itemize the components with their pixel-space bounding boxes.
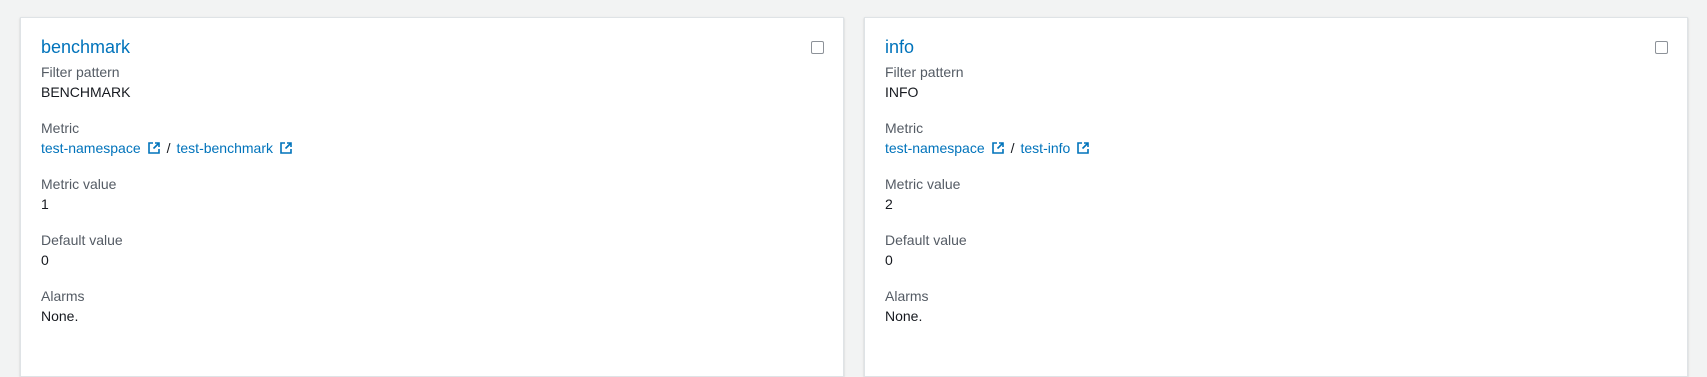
filter-pattern-field: Filter pattern BENCHMARK [41, 62, 823, 102]
filter-pattern-value: BENCHMARK [41, 84, 131, 100]
metric-label: Metric [41, 120, 80, 136]
metric-links: test-namespace / test-benchmark [41, 138, 823, 158]
metric-name-text: test-info [1020, 140, 1071, 156]
metric-filter-card-benchmark: benchmark Filter pattern BENCHMARK Metri… [20, 17, 844, 377]
default-value: 0 [885, 252, 893, 268]
metric-filter-title-link[interactable]: info [885, 36, 914, 58]
filter-pattern-field: Filter pattern INFO [885, 62, 1667, 102]
external-link-icon [991, 141, 1005, 155]
metric-links: test-namespace / test-info [885, 138, 1667, 158]
metric-value: 2 [885, 196, 893, 212]
metric-separator: / [166, 140, 171, 156]
metric-label: Metric [885, 120, 924, 136]
select-card-checkbox[interactable] [1655, 41, 1668, 54]
metric-namespace-link[interactable]: test-namespace [41, 138, 161, 158]
metric-separator: / [1010, 140, 1015, 156]
metric-namespace-text: test-namespace [885, 140, 985, 156]
metric-name-link[interactable]: test-info [1021, 138, 1091, 158]
filter-pattern-label: Filter pattern [41, 64, 120, 80]
filter-pattern-label: Filter pattern [885, 64, 964, 80]
metric-field: Metric test-namespace / test-info [885, 118, 1667, 158]
filter-pattern-value: INFO [885, 84, 919, 100]
metric-filter-title-link[interactable]: benchmark [41, 36, 130, 58]
default-value-label: Default value [41, 232, 123, 248]
metric-name-text: test-benchmark [176, 140, 273, 156]
alarms-label: Alarms [41, 288, 85, 304]
external-link-icon [279, 141, 293, 155]
select-card-checkbox[interactable] [811, 41, 824, 54]
metric-value-label: Metric value [885, 176, 961, 192]
metric-value-field: Metric value 2 [885, 174, 1667, 214]
metric-filters-cards: benchmark Filter pattern BENCHMARK Metri… [20, 17, 1688, 377]
default-value: 0 [41, 252, 49, 268]
alarms-value: None. [41, 308, 79, 324]
metric-namespace-link[interactable]: test-namespace [885, 138, 1005, 158]
default-value-field: Default value 0 [885, 230, 1667, 270]
metric-namespace-text: test-namespace [41, 140, 141, 156]
default-value-label: Default value [885, 232, 967, 248]
alarms-field: Alarms None. [41, 286, 823, 326]
external-link-icon [1076, 141, 1090, 155]
alarms-label: Alarms [885, 288, 929, 304]
metric-value-field: Metric value 1 [41, 174, 823, 214]
default-value-field: Default value 0 [41, 230, 823, 270]
metric-name-link[interactable]: test-benchmark [177, 138, 293, 158]
metric-filter-card-info: info Filter pattern INFO Metric test-nam… [864, 17, 1688, 377]
metric-value: 1 [41, 196, 49, 212]
alarms-field: Alarms None. [885, 286, 1667, 326]
external-link-icon [147, 141, 161, 155]
metric-value-label: Metric value [41, 176, 117, 192]
metric-field: Metric test-namespace / test-benchmark [41, 118, 823, 158]
alarms-value: None. [885, 308, 923, 324]
